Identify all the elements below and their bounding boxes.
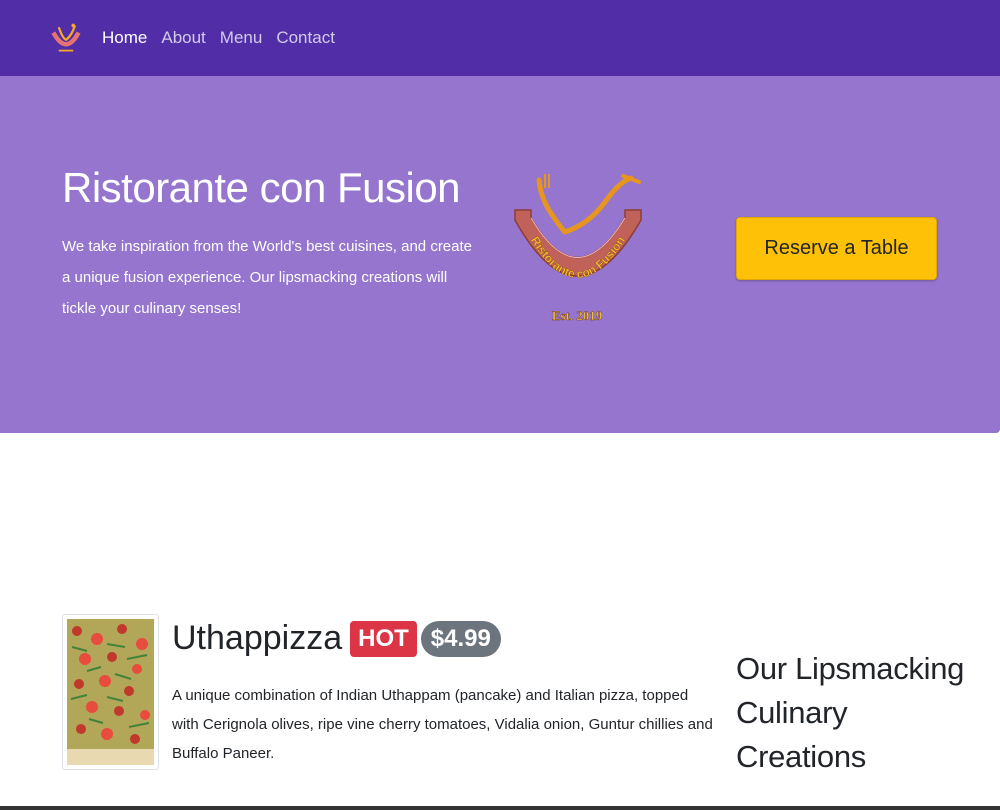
hero-description: We take inspiration from the World's bes… [62,238,473,317]
section-title: Our Lipsmacking Culinary Creations [736,651,965,774]
restaurant-logo-icon[interactable] [48,20,84,56]
logo-est-text: Est. 2019 [552,308,603,323]
nav-link-about[interactable]: About [161,28,205,48]
jumbotron: Ristorante con Fusion We take inspiratio… [0,76,1000,433]
hot-badge: HOT [350,620,417,657]
restaurant-logo-large-icon: Ristorante con Fusion Est. 2019 [514,174,642,323]
bottom-divider [0,806,1000,810]
dish-heading: Uthappizza HOT $4.99 [172,619,501,658]
hero-title: Ristorante con Fusion [62,164,461,211]
dish-image [62,614,159,770]
dish-description: A unique combination of Indian Uthappam … [172,687,713,762]
dish-name: Uthappizza [172,619,343,657]
nav-link-contact[interactable]: Contact [276,28,335,48]
nav-links: Home About Menu Contact [102,28,349,48]
nav-link-menu[interactable]: Menu [220,28,263,48]
pizza-image [67,619,154,765]
reserve-table-button[interactable]: Reserve a Table [736,217,937,280]
navbar: Home About Menu Contact [0,0,1000,76]
price-badge: $4.99 [420,620,501,657]
nav-link-home[interactable]: Home [102,28,147,48]
